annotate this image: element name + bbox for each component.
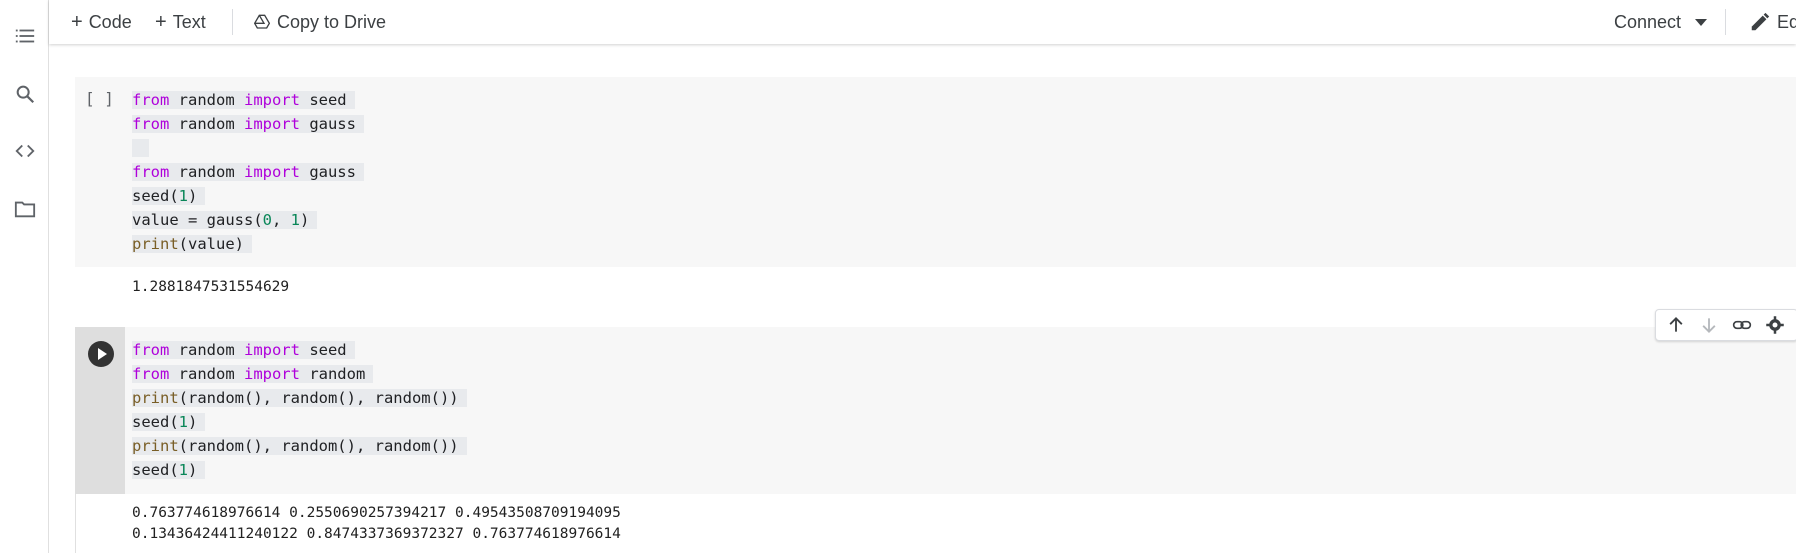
copy-to-drive-button[interactable]: Copy to Drive xyxy=(254,0,386,44)
cell-output: 0.763774618976614 0.2550690257394217 0.4… xyxy=(75,494,1796,553)
add-text-label: Text xyxy=(172,11,206,32)
code-line: from random import gauss xyxy=(132,112,364,136)
move-down-icon[interactable] xyxy=(1699,315,1719,335)
google-drive-icon xyxy=(254,14,270,29)
code-line: from random import gauss xyxy=(132,160,364,184)
add-text-button[interactable]: + Text xyxy=(155,0,206,44)
connect-label: Connect xyxy=(1614,11,1682,32)
code-line: from random import random xyxy=(132,362,467,386)
code-editor[interactable]: from random import seed from random impo… xyxy=(132,338,467,482)
cell-gutter xyxy=(75,327,125,494)
code-cell[interactable]: from random import seed from random impo… xyxy=(75,327,1796,494)
code-line: seed(1) xyxy=(132,184,364,208)
output-line: 1.2881847531554629 xyxy=(132,279,290,295)
code-line: seed(1) xyxy=(132,458,467,482)
search-icon[interactable] xyxy=(14,83,36,105)
plus-icon: + xyxy=(71,10,83,33)
move-up-icon[interactable] xyxy=(1666,315,1686,335)
code-line: seed(1) xyxy=(132,410,467,434)
gear-icon[interactable] xyxy=(1765,315,1785,335)
copy-to-drive-label: Copy to Drive xyxy=(277,11,387,32)
add-code-button[interactable]: + Code xyxy=(71,0,132,44)
code-editor[interactable]: from random import seed from random impo… xyxy=(132,88,364,256)
cell-output: 1.2881847531554629 xyxy=(75,277,1796,313)
code-snippets-icon[interactable] xyxy=(14,140,36,162)
add-code-label: Code xyxy=(88,11,132,32)
output-line: 0.13436424411240122 0.8474337369372327 0… xyxy=(132,526,621,542)
cell-gutter: [ ] xyxy=(75,77,125,267)
left-sidebar xyxy=(0,0,49,553)
output-line: 0.763774618976614 0.2550690257394217 0.4… xyxy=(132,505,621,521)
code-line: value = gauss(0, 1) xyxy=(132,208,364,232)
edit-button[interactable]: Ed xyxy=(1749,0,1796,44)
link-icon[interactable] xyxy=(1732,315,1752,335)
code-line: print(random(), random(), random()) xyxy=(132,434,467,458)
edit-label: Ed xyxy=(1777,11,1796,32)
notebook-toolbar: + Code + Text Copy to Drive Connect Ed xyxy=(49,0,1796,44)
code-cell[interactable]: [ ] from random import seed from random … xyxy=(75,77,1796,267)
toolbar-divider xyxy=(232,9,233,35)
chevron-down-icon[interactable] xyxy=(1695,18,1708,26)
toolbar-divider xyxy=(1725,9,1726,35)
connect-button[interactable]: Connect xyxy=(1614,0,1708,44)
code-line: print(value) xyxy=(132,232,364,256)
files-icon[interactable] xyxy=(14,198,36,220)
code-line: from random import seed xyxy=(132,338,467,362)
code-line xyxy=(132,136,364,160)
code-line: print(random(), random(), random()) xyxy=(132,386,467,410)
cell-toolbar xyxy=(1655,309,1796,341)
pencil-icon xyxy=(1751,12,1770,31)
table-of-contents-icon[interactable] xyxy=(14,25,36,47)
run-cell-button[interactable] xyxy=(88,341,114,367)
plus-icon: + xyxy=(155,10,167,33)
code-line: from random import seed xyxy=(132,88,364,112)
execution-count-bracket[interactable]: [ ] xyxy=(85,89,114,108)
